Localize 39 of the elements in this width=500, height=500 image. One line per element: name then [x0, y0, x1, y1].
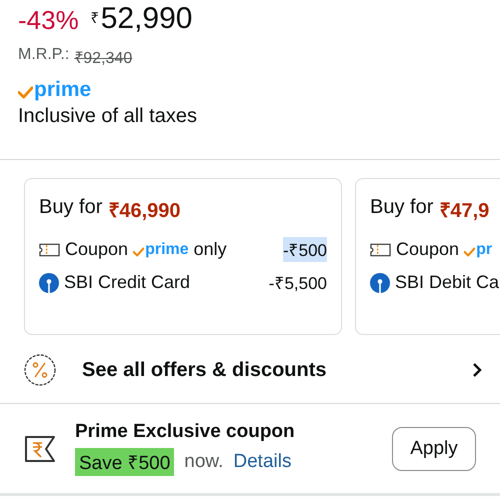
- chevron-right-icon: [472, 362, 482, 378]
- check-icon: [464, 246, 476, 256]
- prime-logo: prime: [34, 79, 92, 101]
- mrp-label: M.R.P.:: [18, 46, 70, 65]
- rupee-tag-icon: [24, 434, 56, 464]
- currency-symbol: ₹: [90, 9, 100, 27]
- offer-title: Buy for: [370, 196, 434, 220]
- offer-card[interactable]: Buy for ₹46,990 Coupon prime only -₹500 SBI Credit Card -₹5,500: [24, 178, 342, 335]
- check-icon: [133, 246, 144, 256]
- ticket-icon: [39, 242, 60, 256]
- offer-label: SBI Credit Card: [64, 272, 190, 293]
- offer-label: Coupon: [65, 239, 128, 260]
- coupon-title: Prime Exclusive coupon: [75, 421, 296, 443]
- prime-logo: pr: [476, 240, 492, 258]
- offer-amount: -₹500: [282, 237, 327, 262]
- offer-price: ₹47,9: [439, 199, 490, 223]
- check-icon: [18, 86, 33, 98]
- apply-button[interactable]: Apply: [392, 426, 476, 470]
- offer-label: SBI Debit Ca: [395, 272, 500, 293]
- bank-logo-icon: [39, 272, 59, 292]
- tax-note: Inclusive of all taxes: [18, 105, 198, 128]
- bank-logo-icon: [370, 272, 390, 292]
- discount-percent: -43%: [18, 5, 79, 36]
- mrp-price: ₹92,340: [74, 49, 132, 68]
- see-all-offers-label: See all offers & discounts: [82, 358, 328, 382]
- coupon-note: now.: [184, 451, 224, 473]
- offer-label: Coupon: [396, 239, 460, 260]
- percent-badge-icon: [23, 353, 57, 387]
- prime-logo: prime: [145, 240, 189, 258]
- savings-badge: Save ₹500: [75, 448, 174, 476]
- see-all-offers-row[interactable]: See all offers & discounts: [0, 337, 500, 404]
- ticket-icon: [370, 242, 391, 256]
- offer-price: ₹46,990: [108, 199, 181, 223]
- offer-label-suffix: only: [194, 239, 227, 260]
- offer-amount: -₹5,500: [268, 273, 327, 295]
- offer-card[interactable]: Buy for ₹47,9 Coupon pr SBI Debit Ca: [355, 178, 500, 335]
- price: 52,990: [100, 2, 192, 36]
- offer-title: Buy for: [39, 196, 102, 220]
- details-link[interactable]: Details: [233, 451, 292, 473]
